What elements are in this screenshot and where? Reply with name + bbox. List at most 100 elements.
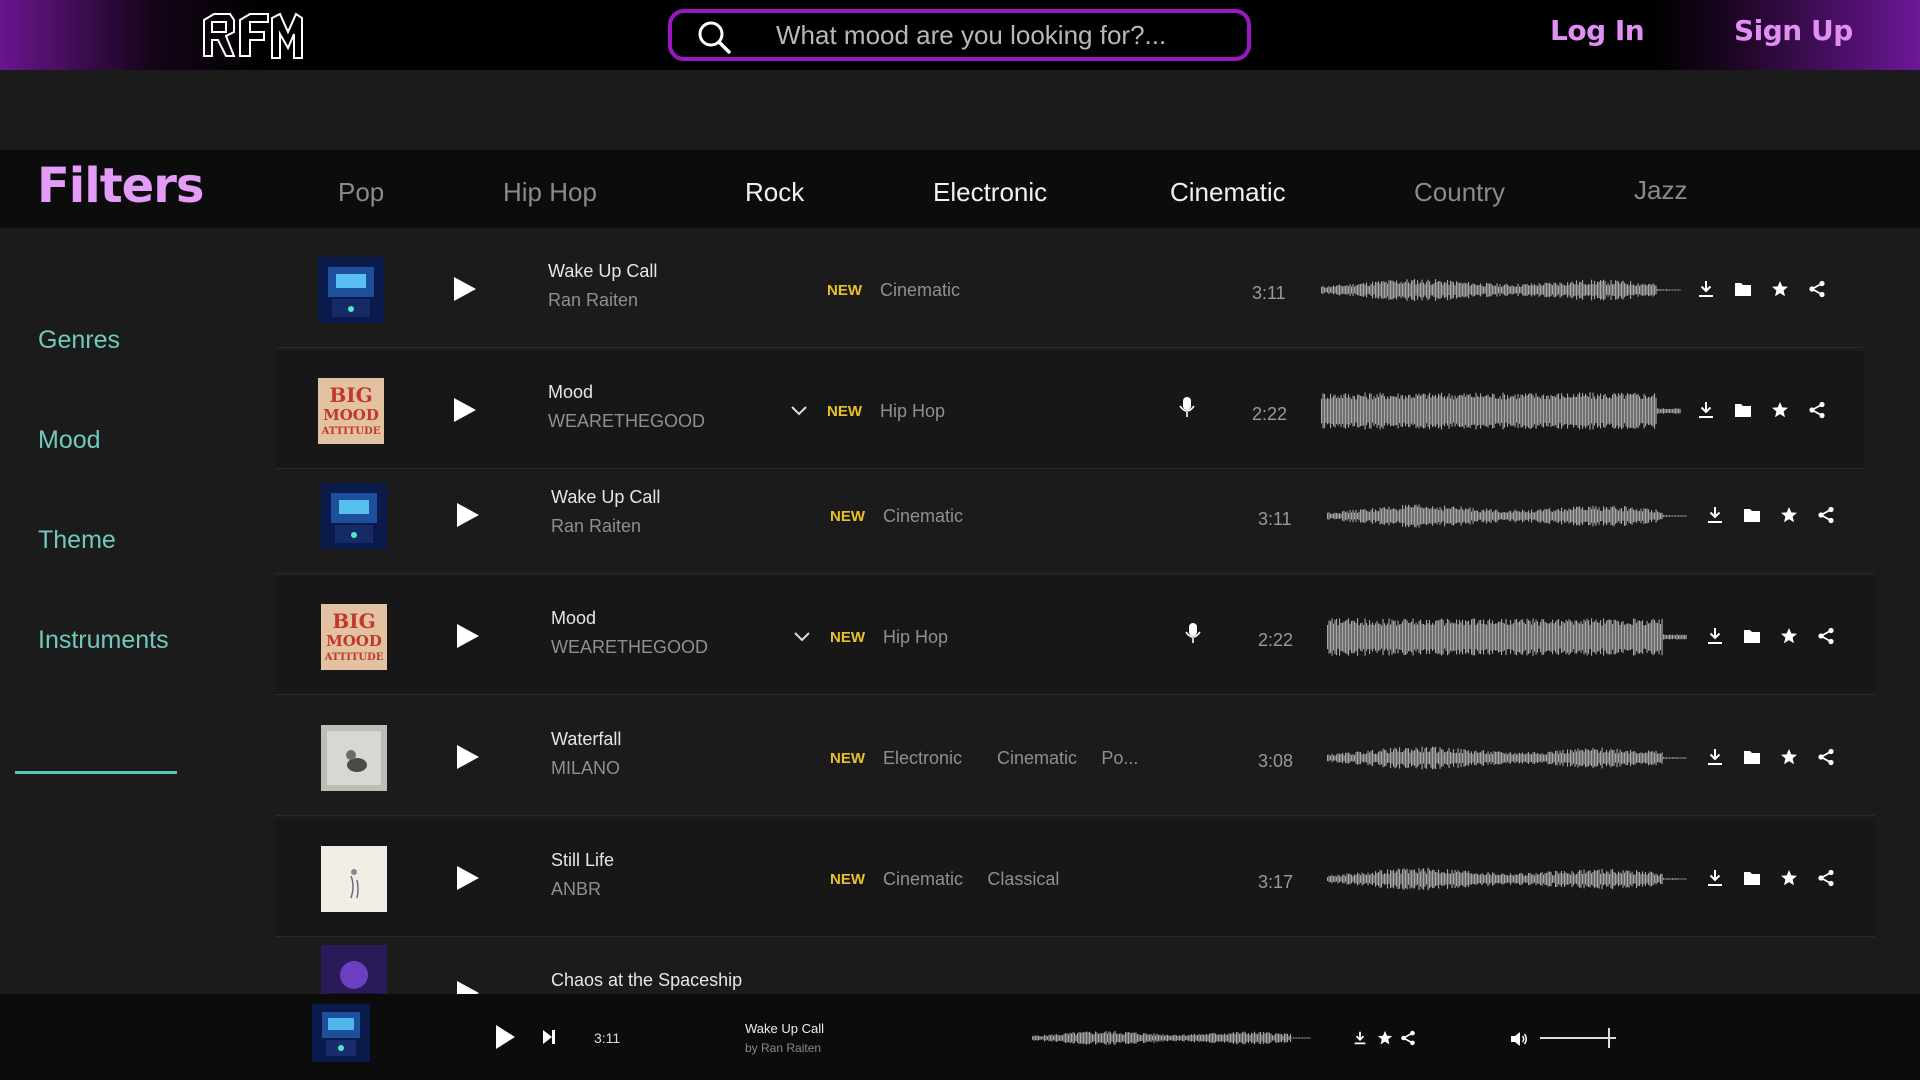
sidebar-item-mood[interactable]: Mood (38, 426, 101, 455)
track-artist[interactable]: WEARETHEGOOD (548, 411, 705, 432)
chevron-down-icon[interactable] (790, 405, 808, 417)
play-icon[interactable] (456, 744, 480, 770)
download-icon[interactable] (1706, 748, 1724, 766)
download-icon[interactable] (1706, 869, 1724, 887)
star-icon[interactable] (1780, 506, 1798, 524)
share-icon[interactable] (1817, 627, 1835, 645)
track-waveform[interactable] (1327, 857, 1687, 901)
genre-tag[interactable]: Cinematic (997, 748, 1077, 769)
genre-tag[interactable]: Cinematic (883, 869, 963, 890)
rfm-logo[interactable] (200, 10, 305, 62)
track-artist[interactable]: MILANO (551, 758, 620, 779)
folder-icon[interactable] (1743, 869, 1761, 887)
genre-tag[interactable]: Cinematic (883, 506, 963, 527)
genre-tag[interactable]: Classical (987, 869, 1059, 890)
search-icon[interactable] (696, 19, 732, 55)
folder-icon[interactable] (1743, 748, 1761, 766)
folder-icon[interactable] (1734, 280, 1752, 298)
download-icon[interactable] (1706, 627, 1724, 645)
track-duration: 3:08 (1258, 751, 1294, 771)
player-share-icon[interactable] (1400, 1030, 1416, 1046)
genre-tag[interactable]: Hip Hop (883, 627, 948, 648)
track-artist[interactable]: ANBR (551, 879, 601, 900)
tab-genre-hip-hop[interactable]: Hip Hop (503, 177, 597, 208)
signup-button[interactable]: Sign Up (1734, 14, 1853, 47)
folder-icon[interactable] (1743, 627, 1761, 645)
track-artist[interactable]: Ran Raiten (548, 290, 638, 311)
new-badge: NEW (827, 403, 862, 420)
track-row[interactable]: Still Life ANBR NEW Cinematic Classical 3:17 (275, 819, 1875, 937)
track-duration: 2:22 (1258, 630, 1294, 650)
play-icon[interactable] (453, 276, 477, 302)
play-icon[interactable] (456, 623, 480, 649)
track-waveform[interactable] (1321, 268, 1681, 312)
sidebar-item-instruments[interactable]: Instruments (38, 626, 169, 655)
track-title[interactable]: Mood (548, 382, 593, 403)
share-icon[interactable] (1808, 401, 1826, 419)
player-track-title: Wake Up Call (745, 1021, 824, 1036)
chevron-down-icon[interactable] (793, 631, 811, 643)
track-artist[interactable]: WEARETHEGOOD (551, 637, 708, 658)
play-icon[interactable] (453, 397, 477, 423)
genre-tag[interactable]: Electronic (883, 748, 962, 769)
play-icon[interactable] (456, 865, 480, 891)
track-cover-art (321, 846, 387, 912)
player-play-button[interactable] (494, 1024, 516, 1050)
skip-next-icon[interactable] (542, 1029, 556, 1045)
player-waveform[interactable] (1032, 1024, 1312, 1052)
track-title[interactable]: Waterfall (551, 729, 621, 750)
tab-genre-electronic[interactable]: Electronic (933, 177, 1047, 208)
svg-text:MOOD: MOOD (323, 406, 379, 424)
track-row[interactable]: Chaos at the Spaceship (275, 940, 1875, 1011)
download-icon[interactable] (1697, 280, 1715, 298)
tab-genre-cinematic[interactable]: Cinematic (1170, 177, 1286, 208)
login-button[interactable]: Log In (1550, 14, 1645, 47)
track-title[interactable]: Wake Up Call (548, 261, 657, 282)
track-row[interactable]: Wake Up Call Ran Raiten NEW Cinematic 3:11 (275, 230, 1863, 348)
tab-genre-country[interactable]: Country (1414, 177, 1505, 208)
share-icon[interactable] (1808, 280, 1826, 298)
volume-icon[interactable] (1510, 1031, 1528, 1047)
track-waveform[interactable] (1327, 615, 1687, 659)
player-download-icon[interactable] (1352, 1030, 1368, 1046)
track-title[interactable]: Chaos at the Spaceship (551, 970, 742, 991)
genre-tag[interactable]: Po... (1101, 748, 1138, 769)
track-title[interactable]: Still Life (551, 850, 614, 871)
folder-icon[interactable] (1734, 401, 1752, 419)
folder-icon[interactable] (1743, 506, 1761, 524)
track-row[interactable]: BIG MOOD ATTITUDE Mood WEARETHEGOOD NEW Hip Ho… (275, 577, 1875, 695)
track-title[interactable]: Mood (551, 608, 596, 629)
sidebar-item-theme[interactable]: Theme (38, 526, 116, 555)
star-icon[interactable] (1780, 627, 1798, 645)
sidebar-item-genres[interactable]: Genres (38, 326, 120, 355)
track-waveform[interactable] (1327, 494, 1687, 538)
tab-genre-jazz[interactable]: Jazz (1634, 175, 1687, 206)
star-icon[interactable] (1780, 748, 1798, 766)
share-icon[interactable] (1817, 869, 1835, 887)
track-waveform[interactable] (1327, 736, 1687, 780)
volume-slider-track[interactable] (1540, 1037, 1610, 1039)
share-icon[interactable] (1817, 748, 1835, 766)
track-cover-art (321, 483, 387, 549)
star-icon[interactable] (1771, 401, 1789, 419)
track-title[interactable]: Wake Up Call (551, 487, 660, 508)
genre-tag[interactable]: Cinematic (880, 280, 960, 301)
share-icon[interactable] (1817, 506, 1835, 524)
track-waveform[interactable] (1321, 389, 1681, 433)
star-icon[interactable] (1771, 280, 1789, 298)
player-star-icon[interactable] (1377, 1030, 1393, 1046)
search-input[interactable] (776, 19, 1216, 51)
track-row[interactable]: Wake Up Call Ran Raiten NEW Cinematic 3:11 (275, 456, 1875, 574)
genre-tag[interactable]: Hip Hop (880, 401, 945, 422)
play-icon[interactable] (456, 502, 480, 528)
track-row[interactable]: Waterfall MILANO NEW Electronic Cinematic Po.… (275, 698, 1875, 816)
star-icon[interactable] (1780, 869, 1798, 887)
download-icon[interactable] (1697, 401, 1715, 419)
track-artist[interactable]: Ran Raiten (551, 516, 641, 537)
download-icon[interactable] (1706, 506, 1724, 524)
tab-genre-pop[interactable]: Pop (338, 177, 384, 208)
new-badge: NEW (830, 750, 865, 767)
track-row[interactable]: BIG MOOD ATTITUDE Mood WEARETHEGOOD NEW Hip Ho… (275, 351, 1863, 469)
tab-genre-rock[interactable]: Rock (745, 177, 804, 208)
player-cover-art (312, 1004, 370, 1062)
